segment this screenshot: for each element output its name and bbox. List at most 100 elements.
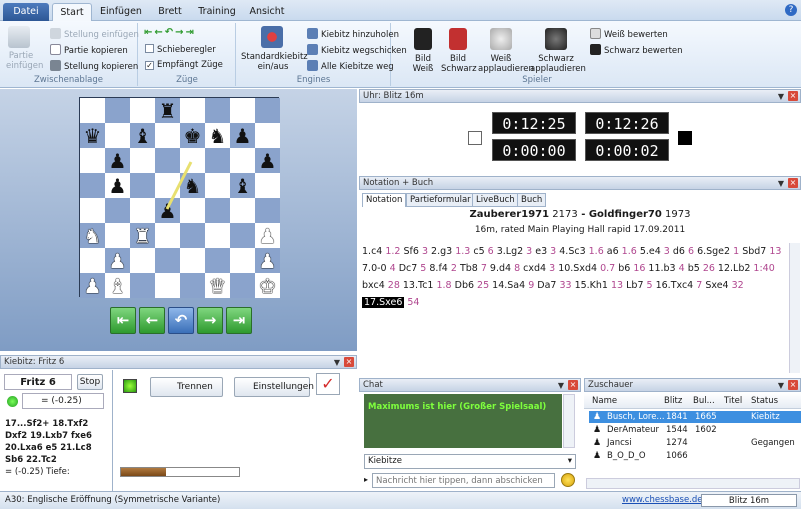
move[interactable]: Sxe4 (705, 280, 731, 291)
move-navigation-icons[interactable]: ⇤←↶→⇥ (144, 27, 196, 38)
move[interactable]: 4.Sc3 (559, 246, 588, 257)
move[interactable]: 3.Lg2 (497, 246, 526, 257)
emoji-icon[interactable] (561, 473, 575, 487)
move[interactable]: Da7 (537, 280, 559, 291)
slider-checkbox[interactable] (145, 44, 154, 53)
move[interactable]: 10.Sxd4 (558, 263, 600, 274)
pane-menu-icon[interactable]: ▼ (778, 379, 784, 392)
current-move[interactable]: 17.Sxe6 (362, 297, 405, 308)
close-icon[interactable]: × (344, 357, 354, 367)
move[interactable]: b5 (688, 263, 703, 274)
column-name[interactable]: Name (592, 396, 617, 406)
move-list[interactable]: 1.c4 1.2 Sf6 3 2.g3 1.3 c5 6 3.Lg2 3 e3 … (362, 243, 784, 311)
move[interactable]: 12.Lb2 (718, 263, 754, 274)
tab-livebook[interactable]: LiveBuch (472, 193, 519, 207)
close-icon[interactable]: × (788, 380, 798, 390)
spectator-row[interactable]: ♟ Jancsi 1274 Gegangen (589, 437, 801, 449)
move[interactable]: 9.d4 (490, 263, 514, 274)
pane-menu-icon[interactable]: ▼ (778, 177, 784, 190)
rate-black-button[interactable]: Schwarz bewerten (590, 44, 683, 56)
chat-channel-select[interactable]: Kiebitze ▾ (364, 454, 576, 469)
tab-training[interactable]: Training (194, 3, 240, 21)
move[interactable]: Dc7 (399, 263, 421, 274)
pane-menu-icon[interactable]: ▼ (558, 379, 564, 392)
close-icon[interactable]: × (568, 380, 578, 390)
copy-game-button[interactable]: Partie kopieren (50, 44, 128, 56)
tab-file[interactable]: Datei (3, 3, 49, 21)
move-time: 1.2 (385, 246, 404, 257)
checkmark-icon[interactable]: ✓ (316, 373, 340, 395)
move[interactable]: Tb8 (460, 263, 481, 274)
next-move-button[interactable]: → (197, 307, 223, 334)
standard-kibitzer-button[interactable]: Standardkiebitz ein/aus (241, 52, 308, 72)
spectator-row[interactable]: ♟ DerAmateur 1544 1602 (589, 424, 801, 436)
rate-white-button[interactable]: Weiß bewerten (590, 28, 668, 40)
tab-scoresheet[interactable]: Partieformular (406, 193, 475, 207)
move[interactable]: 8.f4 (429, 263, 450, 274)
spectator-row[interactable]: ♟ B_O_D_O 1066 (589, 450, 801, 462)
move[interactable]: 1.c4 (362, 246, 385, 257)
first-move-button[interactable]: ⇤ (110, 307, 136, 334)
paste-position-button[interactable]: Stellung einfügen (50, 28, 139, 40)
move[interactable]: c5 (473, 246, 487, 257)
help-icon[interactable]: ? (785, 4, 797, 16)
pane-menu-icon[interactable]: ▼ (334, 356, 340, 369)
tab-book[interactable]: Buch (517, 193, 547, 207)
receive-moves-checkbox[interactable]: ✓ (145, 61, 154, 70)
remove-all-kibitzers-button[interactable]: Alle Kiebitze weg (307, 60, 394, 72)
take-back-button[interactable]: ↶ (168, 307, 194, 334)
tab-board[interactable]: Brett (150, 3, 190, 21)
previous-move-button[interactable]: ← (139, 307, 165, 334)
move[interactable]: 15.Kh1 (575, 280, 611, 291)
move[interactable]: 16.Txc4 (656, 280, 697, 291)
move[interactable]: Sbd7 (742, 246, 769, 257)
stop-button[interactable]: Stop (77, 374, 103, 390)
paste-game-button[interactable]: Partie einfügen (6, 51, 43, 71)
spectator-row[interactable]: ♟ Busch, Lore... 1841 1665 Kiebitz (589, 411, 801, 423)
slider-toggle[interactable]: Schieberegler (145, 44, 216, 55)
chat-input[interactable] (372, 473, 555, 488)
tab-start[interactable]: Start (52, 3, 92, 21)
move[interactable]: Db6 (455, 280, 477, 291)
close-icon[interactable]: × (788, 178, 798, 188)
black-picture-button[interactable]: Bild Schwarz (441, 54, 477, 74)
move[interactable]: a6 (607, 246, 622, 257)
receive-moves-toggle[interactable]: ✓ Empfängt Züge (145, 60, 223, 70)
tab-insert[interactable]: Einfügen (96, 3, 146, 21)
column-blitz[interactable]: Blitz (664, 396, 682, 406)
tab-notation[interactable]: Notation (362, 193, 407, 207)
move[interactable]: bxc4 (362, 280, 388, 291)
move[interactable]: Sf6 (404, 246, 422, 257)
move[interactable]: Lb7 (626, 280, 646, 291)
move[interactable]: d6 (673, 246, 688, 257)
move-time: 32 (731, 280, 744, 291)
move[interactable]: 7.0-0 (362, 263, 390, 274)
spectators-scrollbar[interactable] (586, 478, 800, 489)
move[interactable]: 5.e4 (640, 246, 664, 257)
disconnect-button[interactable]: Trennen (150, 377, 223, 397)
applaud-black-button[interactable]: Schwarz applaudieren (530, 54, 586, 74)
move[interactable]: 6.Sge2 (697, 246, 733, 257)
settings-button[interactable]: Einstellungen (234, 377, 314, 397)
column-bullet[interactable]: Bul... (693, 396, 715, 406)
close-icon[interactable]: × (788, 91, 798, 101)
column-status[interactable]: Status (751, 396, 778, 406)
move[interactable]: 14.Sa4 (492, 280, 528, 291)
chat-scrollbar[interactable] (563, 394, 575, 448)
add-kibitzer-button[interactable]: Kiebitz hinzuholen (307, 28, 399, 40)
move[interactable]: cxd4 (523, 263, 549, 274)
move[interactable]: 13.Tc1 (403, 280, 437, 291)
move[interactable]: e3 (535, 246, 550, 257)
pane-menu-icon[interactable]: ▼ (778, 90, 784, 103)
tab-view[interactable]: Ansicht (246, 3, 288, 21)
white-picture-button[interactable]: Bild Weiß (410, 54, 436, 74)
move[interactable]: 2.g3 (431, 246, 455, 257)
applaud-white-button[interactable]: Weiß applaudieren (478, 54, 534, 74)
column-title[interactable]: Titel (724, 396, 742, 406)
copy-position-button[interactable]: Stellung kopieren (50, 60, 138, 72)
last-move-button[interactable]: ⇥ (226, 307, 252, 334)
move[interactable]: b6 (618, 263, 633, 274)
move[interactable]: 11.b3 (648, 263, 678, 274)
chessbase-link[interactable]: www.chessbase.de (622, 492, 703, 509)
notation-scrollbar[interactable] (789, 243, 800, 373)
